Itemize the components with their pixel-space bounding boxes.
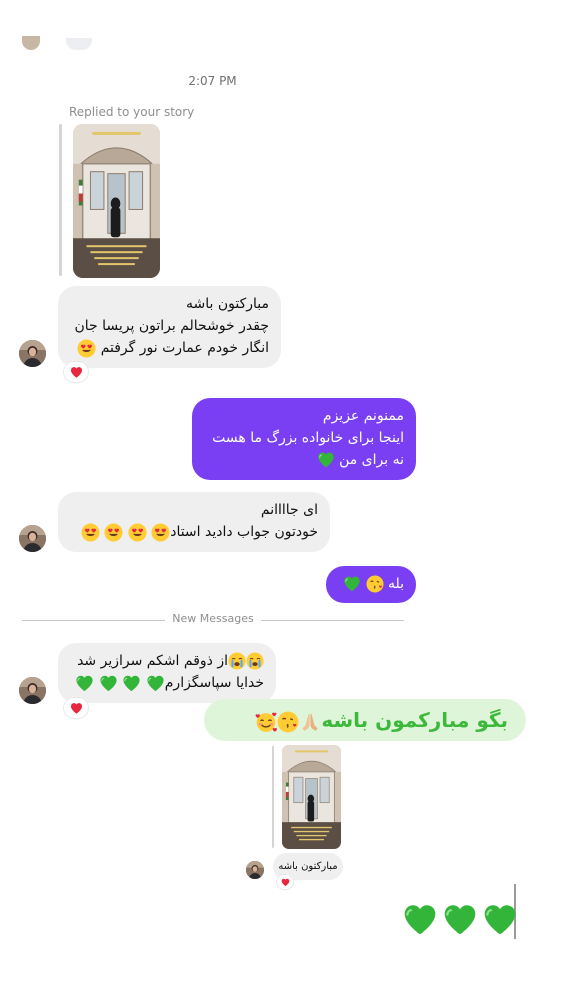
message-line: ای جاااانم: [260, 502, 318, 518]
message-bubble-received[interactable]: از ذوقم اشکم سرازیر شد خدایا سپاسگزارم: [58, 643, 276, 703]
green-heart-emoji: [343, 575, 361, 593]
green-heart-emoji: [122, 674, 141, 693]
green-heart-emoji: [75, 674, 94, 693]
message-line: ممنونم عزیزم: [322, 408, 404, 424]
message-line: نه برای من: [339, 452, 404, 468]
new-messages-divider: New Messages: [172, 612, 254, 625]
caption-banner: بگو مبارکمون باشه: [204, 699, 526, 741]
message-line: چقدر خوشحالم براتون پریسا جان: [74, 318, 269, 334]
reaction-heart[interactable]: [64, 698, 88, 718]
green-hearts-row: [402, 902, 518, 942]
message-bubble-received[interactable]: ای جاااانم خودتون جواب دادید استاد: [58, 492, 330, 552]
kissing-heart-emoji: [277, 711, 299, 733]
heart-eyes-emoji: [104, 523, 123, 542]
crying-emoji: [228, 652, 246, 670]
reply-indicator-bar: [272, 746, 274, 848]
green-heart-emoji: [482, 902, 518, 938]
message-line: خودتون جواب دادید استاد: [170, 524, 318, 540]
red-heart-icon: [70, 366, 83, 379]
heart-eyes-emoji: [77, 339, 96, 358]
avatar[interactable]: [246, 861, 264, 879]
avatar[interactable]: [19, 525, 46, 552]
avatar[interactable]: [19, 677, 46, 704]
heart-eyes-emoji: [151, 523, 170, 542]
timestamp: 2:07 PM: [188, 74, 237, 88]
story-thumbnail[interactable]: [282, 745, 341, 849]
divider-line-right: [261, 620, 404, 621]
green-heart-emoji: [402, 902, 438, 938]
heart-eyes-emoji: [128, 523, 147, 542]
message-line: بله: [387, 576, 404, 592]
green-heart-emoji: [99, 674, 118, 693]
message-line: انگار خودم عمارت نور گرفتم: [100, 340, 269, 356]
red-heart-icon: [281, 878, 290, 887]
previous-message-fragment: [22, 36, 102, 50]
message-line: از ذوقم اشکم سرازیر شد: [77, 653, 228, 669]
heart-eyes-emoji: [81, 523, 100, 542]
message-bubble-sent[interactable]: بله: [326, 566, 416, 603]
reply-indicator-bar: [59, 124, 62, 276]
green-heart-emoji: [442, 902, 478, 938]
crying-emoji: [246, 652, 264, 670]
message-line: خدایا سپاسگزارم: [164, 675, 264, 691]
reaction-heart[interactable]: [64, 362, 88, 382]
message-line: اینجا برای خانواده بزرگ ما هست: [212, 430, 404, 446]
story-thumbnail[interactable]: [73, 124, 160, 278]
avatar[interactable]: [19, 340, 46, 367]
message-line: مبارکتون باشه: [185, 296, 269, 312]
red-heart-icon: [70, 702, 83, 715]
green-heart-emoji: [146, 674, 165, 693]
smiling-hearts-emoji: [255, 711, 277, 733]
divider-line-left: [22, 620, 165, 621]
story-reply-label: Replied to your story: [69, 105, 195, 119]
reaction-heart[interactable]: [277, 875, 293, 889]
kissing-heart-emoji: [366, 575, 384, 593]
green-heart-emoji: [317, 451, 335, 469]
praying-hands-emoji: [299, 711, 321, 733]
message-bubble-sent[interactable]: ممنونم عزیزم اینجا برای خانواده بزرگ ما …: [192, 398, 416, 480]
message-bubble-received[interactable]: مبارکتون باشه چقدر خوشحالم براتون پریسا …: [58, 286, 281, 368]
caption-text: بگو مبارکمون باشه: [321, 708, 508, 732]
